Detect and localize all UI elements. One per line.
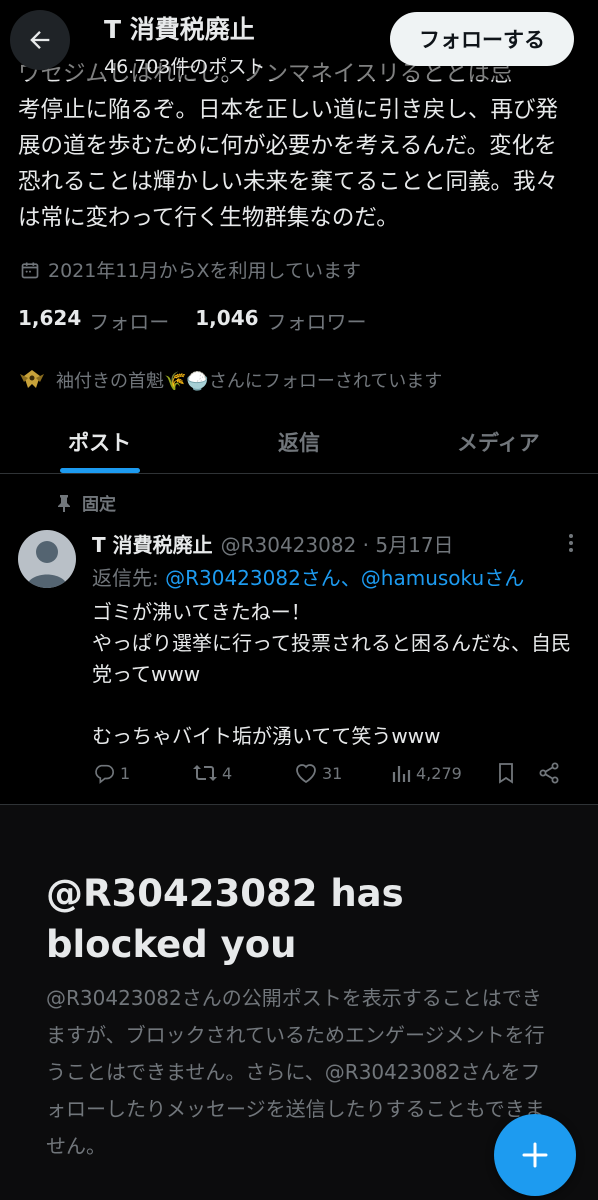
back-arrow-icon — [30, 31, 50, 49]
following-label[interactable]: フォロー — [89, 306, 169, 335]
bookmark-button[interactable] — [496, 762, 538, 784]
repost-icon — [193, 765, 217, 781]
calendar-icon — [21, 262, 39, 278]
post-header: T 消費税廃止 @R30423082 · 5月17日 — [92, 526, 580, 560]
followers-count[interactable]: 1,046 — [195, 306, 258, 335]
reply-prefix: 返信先: — [92, 566, 166, 590]
bio-line: 展の道を歩むために何が必要かを考えるんだ。変化を — [18, 133, 557, 159]
followed-by-text: 袖付きの首魁🌾🍚さんにフォローされています — [56, 371, 443, 392]
header-post-count: 46.703件のポスト — [104, 56, 266, 78]
bio-line: 考停止に陥るぞ。日本を正しい道に引き戻し、再び発 — [18, 97, 559, 123]
plus-icon — [522, 1142, 548, 1168]
follow-stats: 1,624 フォロー 1,046 フォロワー — [18, 306, 393, 335]
followed-by[interactable]: 袖付きの首魁🌾🍚さんにフォローされています — [18, 366, 442, 394]
tab-label: ポスト — [68, 430, 132, 455]
bookmark-icon — [499, 763, 513, 784]
pinned-label: 固定 — [82, 495, 116, 515]
back-button[interactable] — [10, 10, 70, 70]
followers-label[interactable]: フォロワー — [267, 306, 367, 335]
tab-posts[interactable]: ポスト — [0, 410, 199, 473]
bio-line: は常に変わって行く生物群集なのだ。 — [18, 205, 399, 231]
following-count[interactable]: 1,624 — [18, 306, 81, 335]
share-icon — [539, 762, 559, 784]
views-button[interactable]: 4,279 — [392, 762, 496, 784]
share-button[interactable] — [538, 762, 564, 784]
avatar[interactable] — [18, 530, 76, 588]
reply-icon — [95, 764, 114, 784]
like-icon — [296, 764, 316, 784]
repost-count: 4 — [222, 763, 233, 783]
active-tab-indicator — [59, 468, 140, 473]
reply-count: 1 — [120, 763, 131, 783]
tab-label: 返信 — [277, 430, 320, 455]
tab-label: メディア — [457, 430, 540, 455]
views-icon — [392, 766, 411, 782]
default-avatar-icon — [26, 541, 68, 588]
like-count: 31 — [322, 763, 343, 783]
reply-mentions[interactable]: @R30423082さん、@hamusokuさん — [165, 566, 524, 590]
pinned-post[interactable]: T 消費税廃止 @R30423082 · 5月17日 返信先: @R304230… — [92, 526, 580, 752]
post-handle-date: @R30423082 · 5月17日 — [220, 532, 454, 557]
header-profile-name: T 消費税廃止 — [104, 15, 255, 44]
follower-avatar-icon — [20, 370, 44, 388]
bio-line: 恐れることは輝かしい未来を棄てることと同義。我々 — [18, 169, 559, 195]
pin-icon — [58, 494, 70, 512]
joined-text: 2021年11月からXを利用しています — [48, 260, 361, 282]
compose-button[interactable] — [494, 1114, 576, 1196]
follow-button[interactable]: フォローする — [390, 12, 574, 66]
reply-to: 返信先: @R30423082さん、@hamusokuさん — [92, 562, 580, 591]
tab-replies[interactable]: 返信 — [199, 410, 398, 473]
post-body: ゴミが沸いてきたねー！ やっぱり選挙に行って投票されると困るんだな、自民党ってw… — [92, 600, 571, 748]
post-actions: 1 4 31 4,279 — [92, 758, 578, 788]
blocked-title: @R30423082 has blocked you — [46, 872, 404, 966]
view-count: 4,279 — [416, 763, 462, 783]
more-icon[interactable] — [562, 532, 580, 554]
tab-media[interactable]: メディア — [399, 410, 598, 473]
reply-button[interactable]: 1 — [92, 762, 192, 784]
blocked-description: @R30423082さんの公開ポストを表示することはできますが、ブロックされてい… — [46, 986, 545, 1158]
repost-button[interactable]: 4 — [192, 762, 294, 784]
top-header: T 消費税廃止 46.703件のポスト フォローする — [0, 0, 598, 80]
like-button[interactable]: 31 — [294, 762, 392, 784]
pinned-indicator: 固定 — [56, 490, 116, 515]
joined-date: 2021年11月からXを利用しています — [20, 256, 361, 283]
profile-tabs: ポスト 返信 メディア — [0, 410, 598, 474]
post-author-name[interactable]: T 消費税廃止 — [92, 529, 213, 558]
profile-bio: ワセジムしはれにし。ノンマネイスリるととは忌 考停止に陥るぞ。日本を正しい道に引… — [18, 56, 584, 236]
